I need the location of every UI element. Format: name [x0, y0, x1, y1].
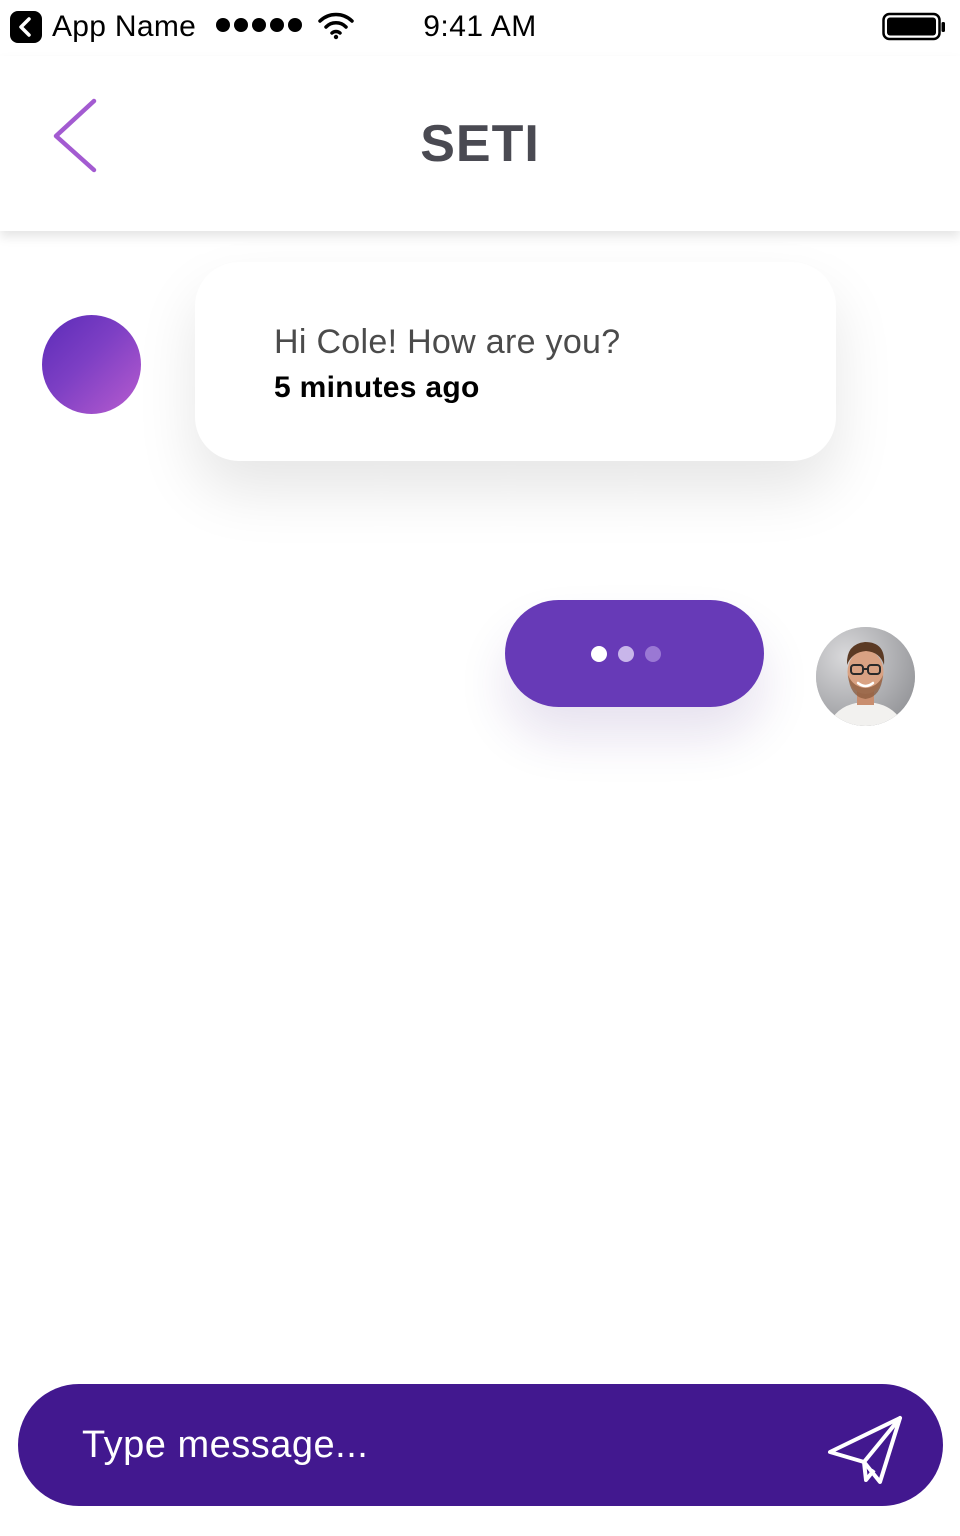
typing-dot: [645, 646, 661, 662]
page-title: SETI: [420, 115, 540, 173]
user-avatar[interactable]: [816, 627, 915, 726]
incoming-message-bubble[interactable]: Hi Cole! How are you? 5 minutes ago: [195, 262, 836, 461]
chat-screen: App Name 9:41 AM SETI Hi Cole! How are y…: [0, 0, 960, 1536]
message-timestamp: 5 minutes ago: [274, 371, 480, 404]
typing-dot: [591, 646, 607, 662]
message-text: Hi Cole! How are you?: [274, 323, 621, 361]
contact-avatar[interactable]: [42, 315, 141, 414]
status-time: 9:41 AM: [423, 10, 537, 43]
message-composer: [18, 1384, 943, 1506]
typing-dots: [591, 646, 661, 662]
message-input[interactable]: [82, 1415, 802, 1475]
battery-icon: [882, 12, 946, 47]
typing-indicator-bubble: [505, 600, 764, 707]
status-bar: App Name 9:41 AM: [0, 0, 960, 56]
navigation-bar: SETI: [0, 56, 960, 231]
paper-plane-icon: [828, 1416, 902, 1484]
user-photo-icon: [816, 627, 915, 726]
typing-dot: [618, 646, 634, 662]
send-button[interactable]: [826, 1414, 906, 1486]
